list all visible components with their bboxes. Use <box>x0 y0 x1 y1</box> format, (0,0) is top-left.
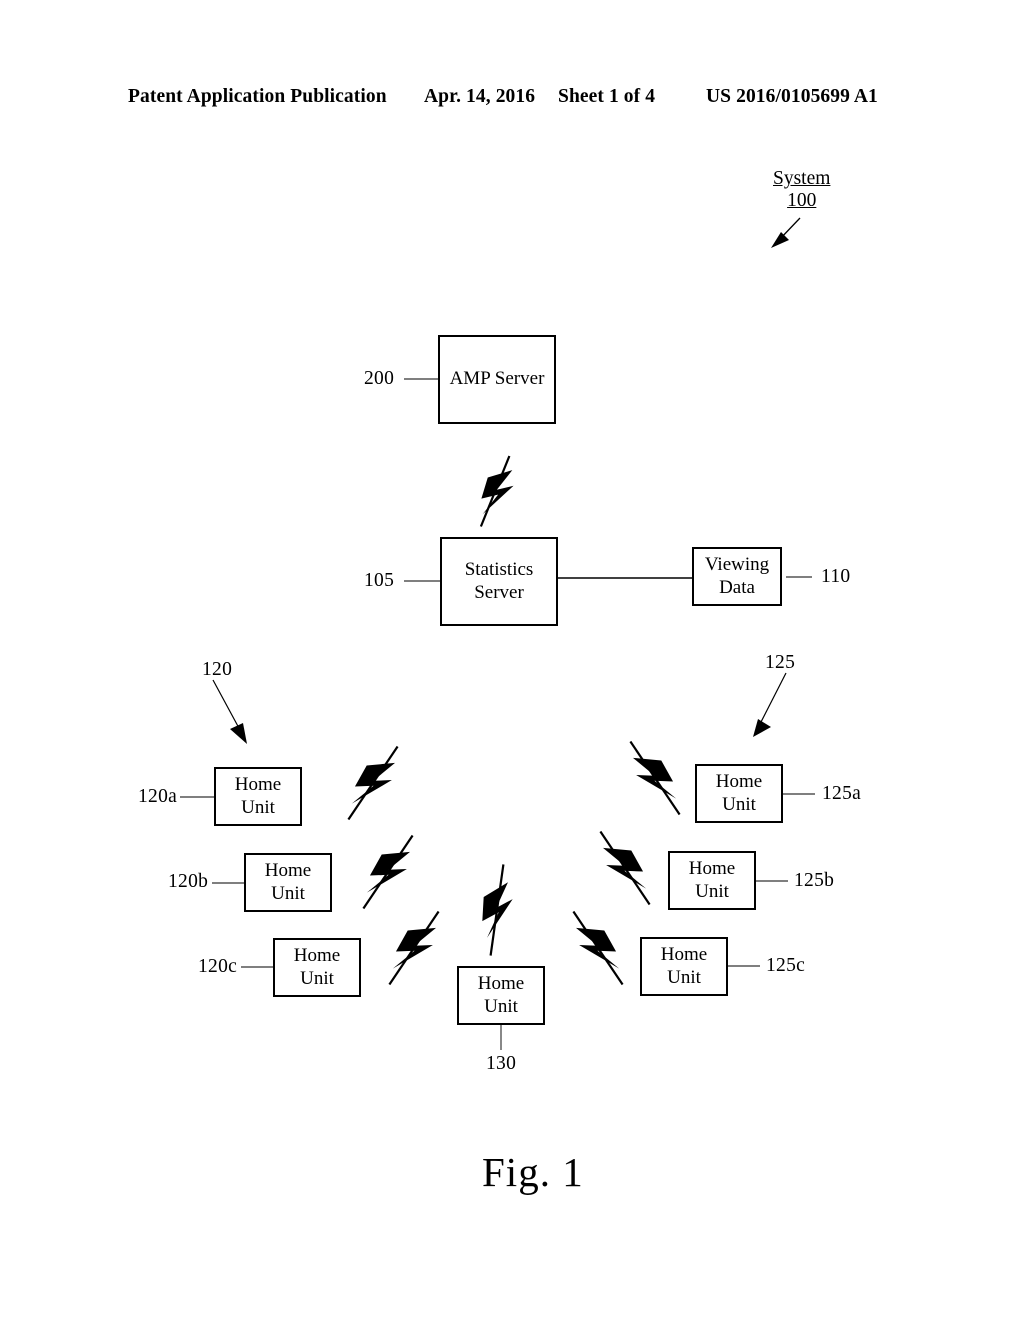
ref-label-120: 120 <box>202 659 233 680</box>
ref-label-125: 125 <box>765 652 796 673</box>
home-unit-120b-label-line2: Unit <box>271 882 305 904</box>
figure-1-diagram: System 100 AMP Server Statistics Server … <box>0 0 1024 1320</box>
home-unit-125a-box[interactable]: Home Unit <box>695 764 783 823</box>
system-100-leader-arrow <box>771 217 801 248</box>
home-unit-120b-label-line1: Home <box>264 860 312 882</box>
ref-label-125a: 125a <box>822 783 862 804</box>
ref-label-120a: 120a <box>138 786 178 807</box>
lightning-bolt-120a <box>347 745 399 821</box>
home-unit-125b-box[interactable]: Home Unit <box>668 851 756 910</box>
home-unit-120c-label-line1: Home <box>293 945 341 967</box>
system-label-name: System <box>773 168 831 189</box>
home-unit-120a-label-line1: Home <box>234 774 282 796</box>
viewing-data-label-line1: Viewing <box>704 554 770 576</box>
home-unit-125c-label-line2: Unit <box>667 966 701 988</box>
viewing-data-box[interactable]: Viewing Data <box>692 547 782 606</box>
lightning-bolt-120b <box>362 834 414 910</box>
statistics-server-label-line1: Statistics <box>464 559 534 581</box>
ref-label-105: 105 <box>364 570 395 591</box>
ref-label-125b: 125b <box>794 870 835 891</box>
lightning-bolt-125a <box>629 740 681 816</box>
home-unit-120a-label-line2: Unit <box>241 796 275 818</box>
home-unit-120c-box[interactable]: Home Unit <box>273 938 361 997</box>
ref-label-120c: 120c <box>198 956 238 977</box>
lightning-bolt-amp-to-statistics <box>479 455 514 527</box>
home-unit-125c-label-line1: Home <box>660 944 708 966</box>
lightning-bolt-130 <box>482 864 513 956</box>
ref-label-130: 130 <box>486 1053 517 1074</box>
home-unit-120b-box[interactable]: Home Unit <box>244 853 332 912</box>
lightning-bolt-125b <box>599 830 651 906</box>
lightning-bolt-120c <box>388 910 440 986</box>
group-120-leader-arrow <box>212 679 247 744</box>
home-unit-130-label-line2: Unit <box>484 995 518 1017</box>
home-unit-130-box[interactable]: Home Unit <box>457 966 545 1025</box>
viewing-data-label-line2: Data <box>719 576 755 598</box>
ref-label-120b: 120b <box>168 871 209 892</box>
system-label-number: 100 <box>787 190 817 211</box>
home-unit-125c-box[interactable]: Home Unit <box>640 937 728 996</box>
system-label: System 100 <box>773 168 830 212</box>
ref-label-125c: 125c <box>766 955 806 976</box>
home-unit-120a-box[interactable]: Home Unit <box>214 767 302 826</box>
amp-server-box[interactable]: AMP Server <box>438 335 556 424</box>
amp-server-label-line1: AMP Server <box>449 368 545 390</box>
home-unit-120c-label-line2: Unit <box>300 967 334 989</box>
group-125-leader-arrow <box>753 672 787 737</box>
statistics-server-label-line2: Server <box>474 581 524 603</box>
lightning-bolt-125c <box>572 910 624 986</box>
statistics-server-box[interactable]: Statistics Server <box>440 537 558 626</box>
figure-caption: Fig. 1 <box>482 1149 584 1195</box>
home-unit-125a-label-line1: Home <box>715 771 763 793</box>
figure-vector-overlay <box>180 217 815 1050</box>
ref-label-200: 200 <box>364 368 395 389</box>
home-unit-125b-label-line1: Home <box>688 858 736 880</box>
home-unit-125b-label-line2: Unit <box>695 880 729 902</box>
home-unit-125a-label-line2: Unit <box>722 793 756 815</box>
ref-label-110: 110 <box>821 566 851 587</box>
home-unit-130-label-line1: Home <box>477 973 525 995</box>
